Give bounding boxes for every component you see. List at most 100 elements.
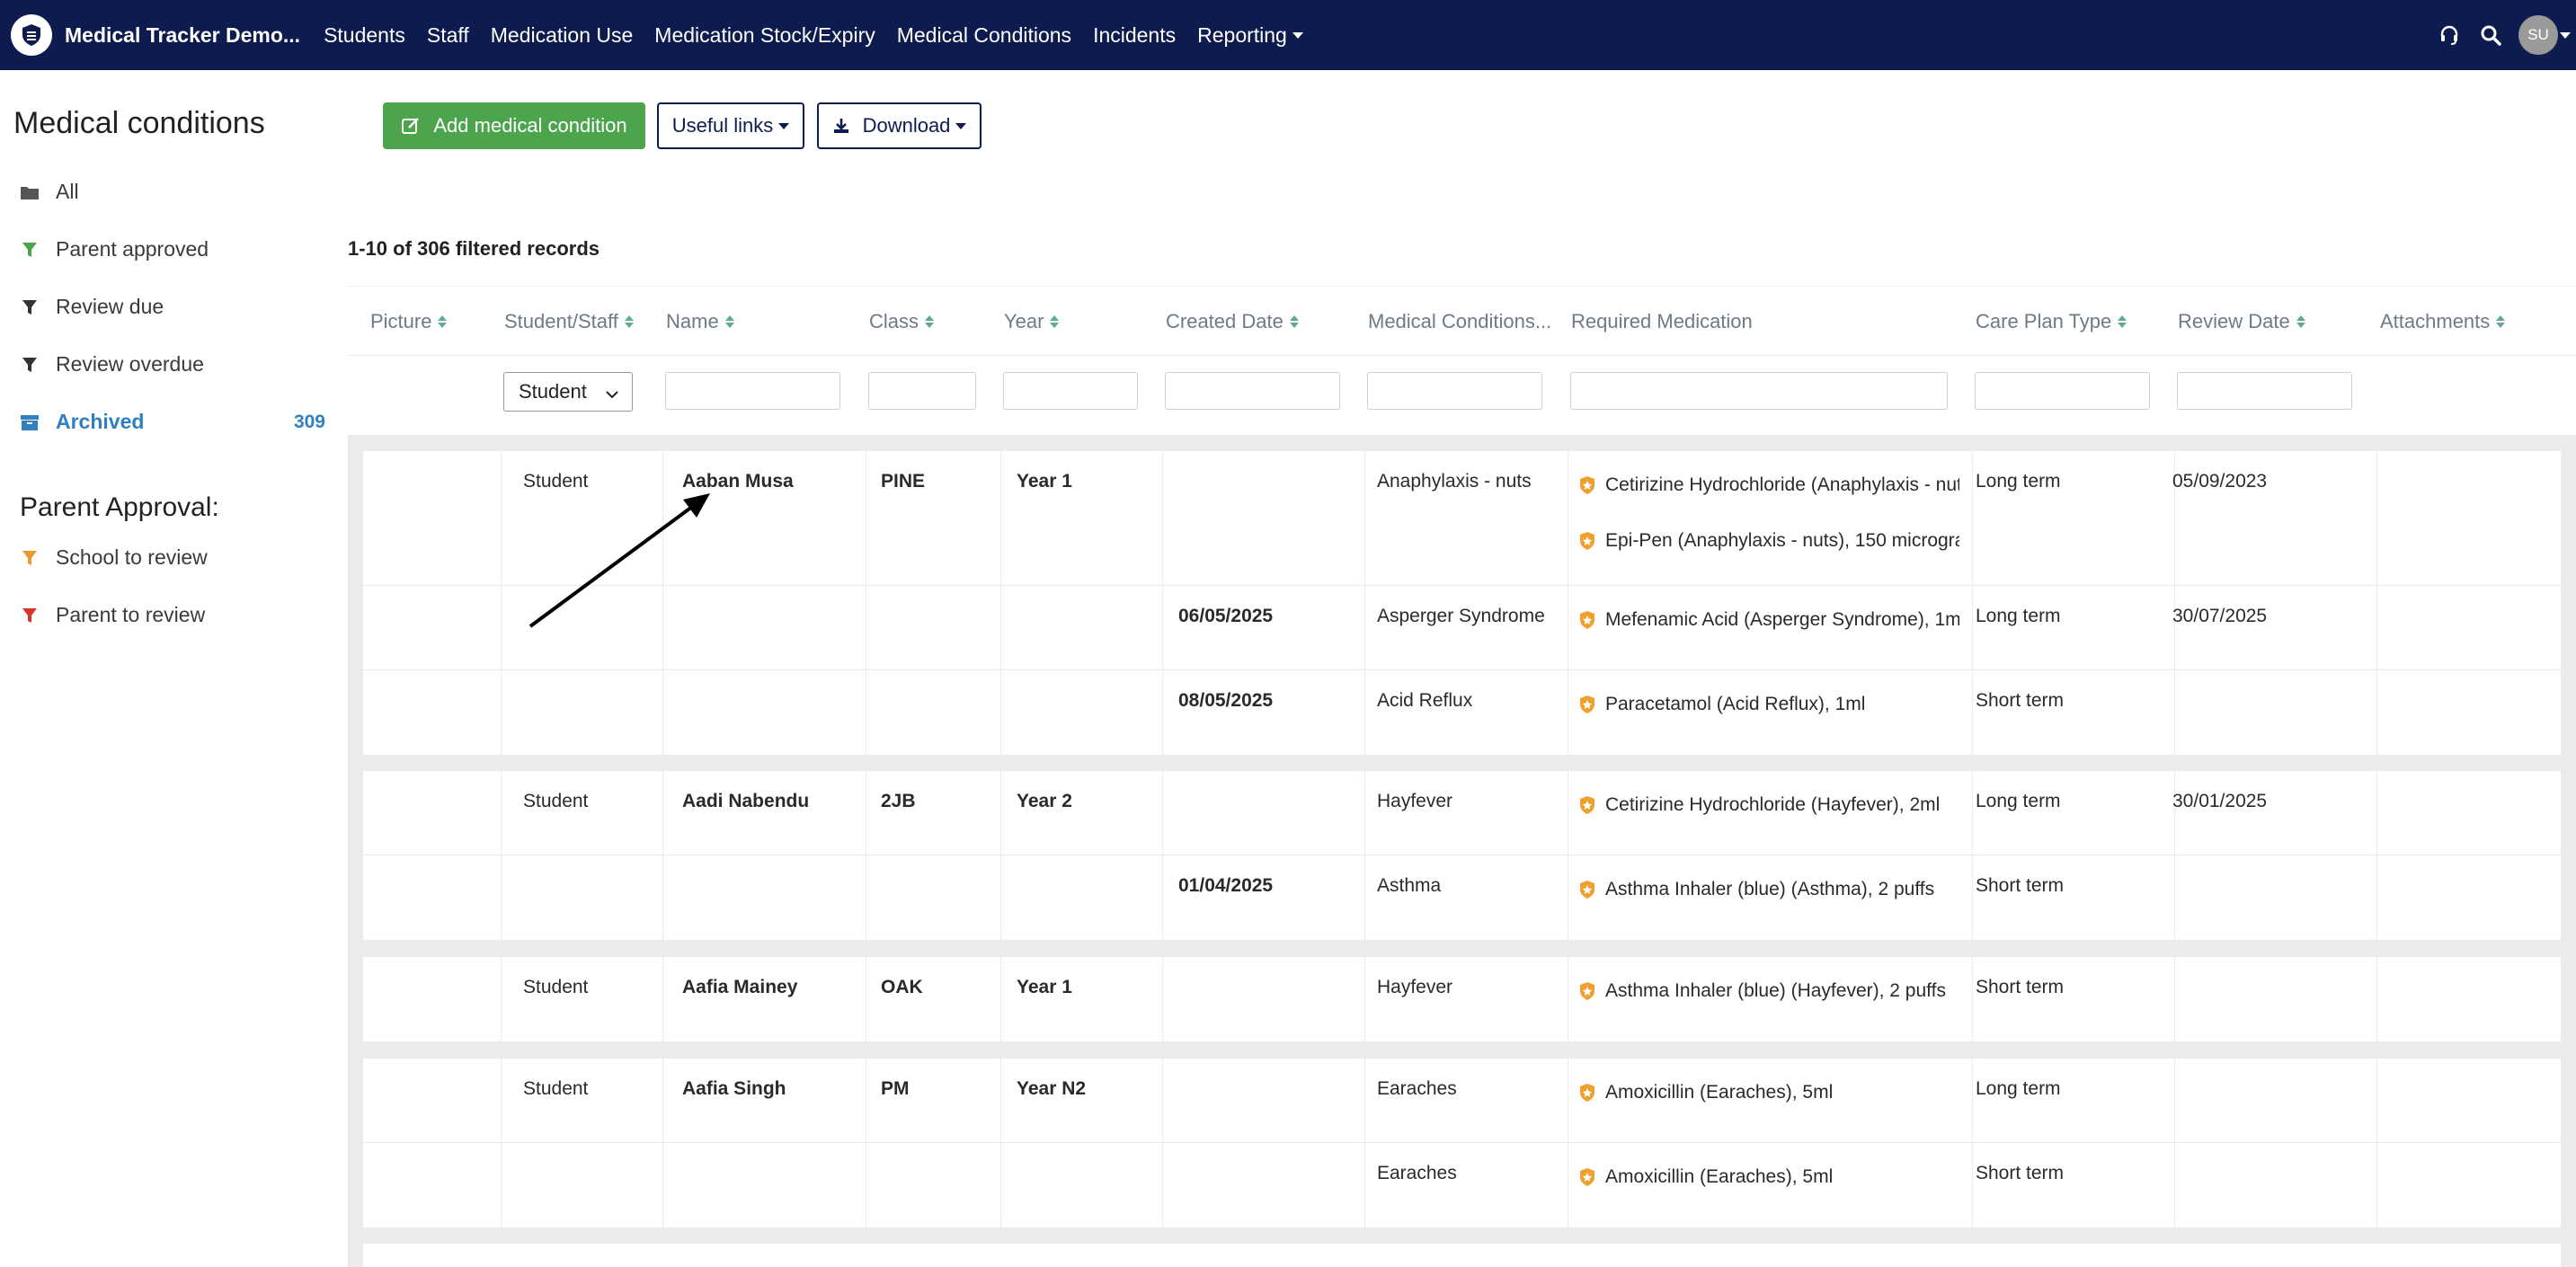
- shield-icon: [1578, 981, 1596, 1001]
- header-name[interactable]: Name: [666, 310, 734, 333]
- header-required-medication[interactable]: Required Medication: [1571, 310, 1753, 333]
- table-row[interactable]: Student Aadi Nabendu 2JB Year 2 Hayfever…: [363, 771, 2561, 855]
- top-navbar: Medical Tracker Demo... Students Staff M…: [0, 0, 2576, 70]
- class-filter-input[interactable]: [868, 372, 976, 410]
- medication-item[interactable]: Amoxicillin (Earaches), 5ml: [1578, 1166, 1959, 1188]
- sidebar-item-parent-approved[interactable]: Parent approved: [20, 237, 325, 261]
- year-filter-input[interactable]: [1003, 372, 1138, 410]
- cell-year: Year 1: [1017, 977, 1072, 997]
- cell-care-plan: Long term: [1976, 471, 2061, 492]
- medication-item[interactable]: Cetirizine Hydrochloride (Hayfever), 2ml: [1578, 794, 1959, 816]
- cell-class: 2JB: [881, 791, 916, 811]
- header-label: Care Plan Type: [1976, 310, 2112, 332]
- medication-item[interactable]: Cetirizine Hydrochloride (Anaphylaxis - …: [1578, 474, 1959, 496]
- sidebar-item-parent-to-review[interactable]: Parent to review: [20, 603, 325, 627]
- chevron-down-icon: [605, 384, 619, 407]
- shield-icon: [1578, 475, 1596, 495]
- header-attachments[interactable]: Attachments: [2380, 310, 2506, 333]
- medication-label: Cetirizine Hydrochloride (Anaphylaxis - …: [1605, 474, 1959, 495]
- medication-label: Mefenamic Acid (Asperger Syndrome), 1ml: [1605, 609, 1959, 630]
- table-row[interactable]: Student Aafia Mainey OAK Year 1 Hayfever…: [363, 957, 2561, 1041]
- medication-label: Asthma Inhaler (blue) (Hayfever), 2 puff…: [1605, 980, 1946, 1001]
- sidebar-item-review-due[interactable]: Review due: [20, 295, 325, 319]
- table-row[interactable]: 06/05/2025 Asperger Syndrome Mefenamic A…: [363, 586, 2561, 670]
- sidebar-item-school-to-review[interactable]: School to review: [20, 545, 325, 570]
- cell-condition: Asthma: [1377, 875, 1442, 896]
- avatar[interactable]: SU: [2518, 15, 2558, 55]
- table-row[interactable]: Student Aaban Musa PINE Year 1 Anaphylax…: [363, 451, 2561, 586]
- table-row[interactable]: 01/04/2025 Asthma Asthma Inhaler (blue) …: [363, 855, 2561, 940]
- archive-icon: [20, 412, 40, 432]
- sidebar-item-all[interactable]: All: [20, 180, 325, 204]
- header-picture[interactable]: Picture: [370, 310, 448, 333]
- parent-approval-heading: Parent Approval:: [20, 492, 219, 522]
- cell-created-date: 01/04/2025: [1178, 875, 1274, 896]
- cell-name[interactable]: Aafia Mainey: [682, 977, 797, 998]
- header-review-date[interactable]: Review Date: [2178, 310, 2305, 333]
- nav-incidents[interactable]: Incidents: [1093, 23, 1176, 48]
- medication-item[interactable]: Amoxicillin (Earaches), 5ml: [1578, 1082, 1959, 1103]
- add-button-label: Add medical condition: [433, 114, 627, 137]
- brand[interactable]: Medical Tracker Demo...: [11, 14, 324, 56]
- filter-icon: [20, 355, 40, 375]
- sort-icon: [1050, 315, 1060, 328]
- header-created-date[interactable]: Created Date: [1166, 310, 1299, 333]
- nav-staff[interactable]: Staff: [427, 23, 469, 48]
- header-label: Attachments: [2380, 310, 2491, 332]
- medication-item[interactable]: Paracetamol (Acid Reflux), 1ml: [1578, 694, 1959, 715]
- care-plan-filter-input[interactable]: [1975, 372, 2150, 410]
- nav-medication-stock[interactable]: Medication Stock/Expiry: [654, 23, 875, 48]
- created-date-filter-input[interactable]: [1165, 372, 1340, 410]
- sidebar-item-label: All: [56, 180, 79, 203]
- sidebar-item-review-overdue[interactable]: Review overdue: [20, 352, 325, 377]
- medication-item[interactable]: Mefenamic Acid (Asperger Syndrome), 1ml: [1578, 609, 1959, 631]
- nav-students[interactable]: Students: [324, 23, 405, 48]
- table-row[interactable]: Student Aafia Singh PM Year N2 Earaches …: [363, 1059, 2561, 1143]
- medication-label: Cetirizine Hydrochloride (Hayfever), 2ml: [1605, 794, 1941, 815]
- useful-links-button[interactable]: Useful links: [657, 102, 804, 149]
- shield-icon: [1578, 880, 1596, 899]
- cell-created-date: 08/05/2025: [1178, 690, 1274, 711]
- student-group: [363, 1244, 2561, 1267]
- header-medical-conditions[interactable]: Medical Conditions...: [1368, 310, 1551, 333]
- medication-item[interactable]: Asthma Inhaler (blue) (Hayfever), 2 puff…: [1578, 980, 1959, 1002]
- cell-name[interactable]: Aafia Singh: [682, 1078, 786, 1100]
- medication-filter-input[interactable]: [1570, 372, 1948, 410]
- sidebar: Medical conditions All Parent approved R…: [0, 70, 349, 1267]
- sidebar-item-archived[interactable]: Archived 309: [20, 410, 325, 434]
- medication-item[interactable]: Asthma Inhaler (blue) (Asthma), 2 puffs: [1578, 879, 1959, 900]
- headset-icon[interactable]: [2436, 22, 2463, 49]
- student-group: Student Aafia Singh PM Year N2 Earaches …: [363, 1059, 2561, 1227]
- caret-down-icon[interactable]: [2560, 31, 2571, 39]
- cell-care-plan: Long term: [1976, 1078, 2061, 1099]
- nav-medication-use[interactable]: Medication Use: [491, 23, 634, 48]
- review-date-filter-input[interactable]: [2177, 372, 2352, 410]
- student-group: Student Aaban Musa PINE Year 1 Anaphylax…: [363, 451, 2561, 755]
- medication-item[interactable]: Epi-Pen (Anaphylaxis - nuts), 150 microg…: [1578, 530, 1959, 552]
- student-staff-select[interactable]: Student: [503, 372, 633, 412]
- add-medical-condition-button[interactable]: Add medical condition: [383, 102, 645, 149]
- nav-reporting[interactable]: Reporting: [1197, 23, 1303, 48]
- header-student-staff[interactable]: Student/Staff: [504, 310, 634, 333]
- cell-name[interactable]: Aaban Musa: [682, 471, 794, 492]
- shield-icon: [1578, 1167, 1596, 1187]
- medication-label: Paracetamol (Acid Reflux), 1ml: [1605, 694, 1866, 714]
- download-button[interactable]: Download: [817, 102, 982, 149]
- cell-name[interactable]: Aadi Nabendu: [682, 791, 809, 812]
- caret-down-icon: [1292, 31, 1303, 39]
- header-class[interactable]: Class: [869, 310, 935, 333]
- conditions-filter-input[interactable]: [1367, 372, 1542, 410]
- search-icon[interactable]: [2477, 22, 2504, 49]
- table-row[interactable]: 08/05/2025 Acid Reflux Paracetamol (Acid…: [363, 670, 2561, 755]
- header-care-plan-type[interactable]: Care Plan Type: [1976, 310, 2127, 333]
- records-count: 1-10 of 306 filtered records: [348, 237, 600, 260]
- header-label: Student/Staff: [504, 310, 618, 332]
- filter-icon: [20, 548, 40, 568]
- table-row[interactable]: Earaches Amoxicillin (Earaches), 5ml Sho…: [363, 1143, 2561, 1227]
- header-label: Class: [869, 310, 919, 332]
- nav-medical-conditions[interactable]: Medical Conditions: [897, 23, 1071, 48]
- cell-care-plan: Short term: [1976, 977, 2065, 997]
- sidebar-title: Medical conditions: [13, 106, 265, 140]
- name-filter-input[interactable]: [665, 372, 840, 410]
- header-year[interactable]: Year: [1004, 310, 1060, 333]
